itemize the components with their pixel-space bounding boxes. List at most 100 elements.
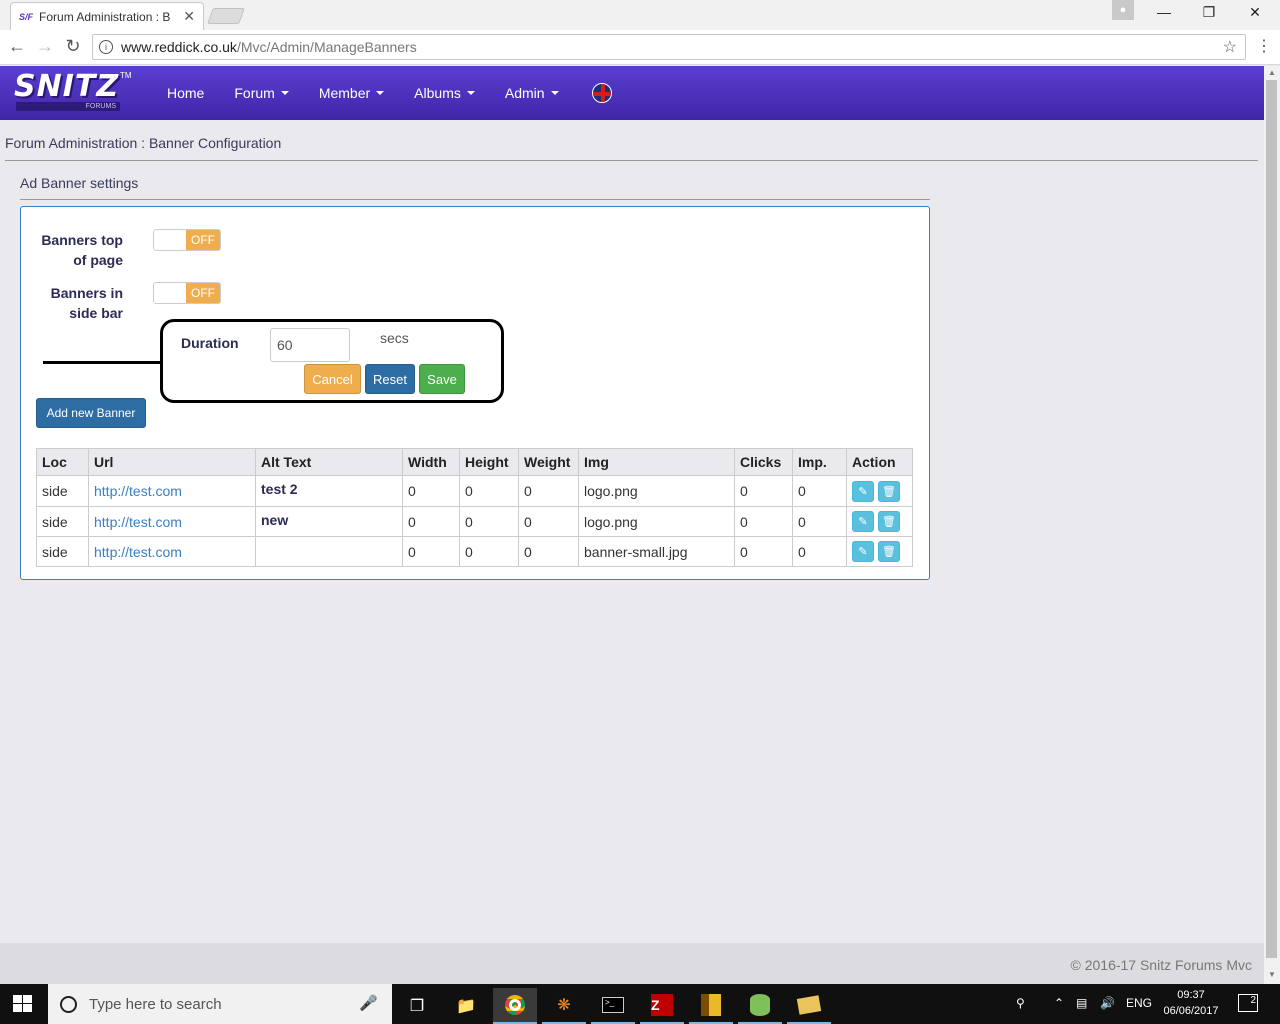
banners-side-toggle[interactable]: OFF — [153, 282, 221, 304]
browser-tab[interactable]: S/F Forum Administration : B ✕ — [10, 2, 204, 30]
duration-label: Duration — [181, 335, 239, 351]
cancel-button[interactable]: Cancel — [304, 364, 361, 394]
cell-height: 0 — [459, 506, 519, 537]
cell-height: 0 — [459, 475, 519, 507]
banners-side-label-line2: side bar — [69, 305, 123, 321]
scrollbar-thumb[interactable] — [1266, 80, 1277, 958]
notifications-icon[interactable]: 2 — [1238, 994, 1258, 1012]
nav-home-label: Home — [167, 85, 205, 101]
banners-top-toggle[interactable]: OFF — [153, 229, 221, 251]
toggle-state: OFF — [186, 283, 220, 303]
profile-icon[interactable]: ● — [1112, 0, 1134, 20]
notes-icon[interactable] — [787, 988, 831, 1024]
nav-home[interactable]: Home — [152, 85, 219, 101]
archive-icon[interactable] — [689, 988, 733, 1024]
divider — [5, 160, 1258, 161]
close-icon[interactable]: ✕ — [1235, 4, 1275, 21]
page-footer: © 2016-17 Snitz Forums Mvc — [0, 943, 1264, 984]
duration-input[interactable] — [270, 328, 350, 362]
nav-admin[interactable]: Admin — [490, 85, 574, 101]
pencil-icon[interactable]: ✎ — [852, 541, 874, 562]
nav-albums[interactable]: Albums — [399, 85, 490, 101]
divider — [20, 199, 930, 200]
cell-imp: 0 — [792, 506, 847, 537]
trash-icon[interactable]: 🗑 — [878, 480, 900, 502]
col-weight: Weight — [518, 448, 579, 476]
url-link[interactable]: http://test.com — [94, 544, 182, 560]
col-height: Height — [459, 448, 519, 476]
app-icon[interactable]: ❋ — [542, 988, 586, 1024]
task-view-icon[interactable]: ❐ — [395, 988, 439, 1024]
network-icon[interactable]: ▤ — [1076, 996, 1087, 1010]
minimize-icon[interactable]: — — [1144, 4, 1184, 20]
scroll-up-icon[interactable]: ▲ — [1268, 68, 1276, 77]
url-link[interactable]: http://test.com — [94, 483, 182, 499]
pencil-icon[interactable]: ✎ — [852, 511, 874, 532]
banners-top-label-line1: Banners top — [41, 232, 123, 248]
col-alt: Alt Text — [255, 448, 403, 476]
toggle-state: OFF — [186, 230, 220, 250]
reload-icon[interactable]: ↻ — [62, 36, 84, 57]
cell-weight: 0 — [518, 475, 579, 507]
site-logo[interactable]: SNITZ FORUMS TM — [14, 69, 132, 115]
col-url: Url — [88, 448, 256, 476]
database-icon[interactable] — [738, 988, 782, 1024]
logo-text: SNITZ — [14, 69, 120, 104]
nav-member[interactable]: Member — [304, 85, 399, 101]
nav-albums-label: Albums — [414, 85, 461, 101]
cell-loc: side — [36, 506, 89, 537]
show-hidden-icons[interactable]: ⌃ — [1054, 996, 1064, 1010]
vertical-scrollbar[interactable]: ▲ ▼ — [1264, 66, 1280, 984]
scroll-down-icon[interactable]: ▼ — [1268, 970, 1276, 979]
clock-date: 06/06/2017 — [1163, 1005, 1219, 1017]
chrome-icon[interactable] — [493, 988, 537, 1024]
reset-button[interactable]: Reset — [365, 364, 415, 394]
cell-height: 0 — [459, 536, 519, 567]
file-explorer-icon[interactable]: 📁 — [444, 988, 488, 1024]
people-icon[interactable]: ⚲ — [1016, 996, 1025, 1010]
breadcrumb: Forum Administration : Banner Configurat… — [5, 135, 282, 151]
logo-trademark: TM — [120, 71, 132, 80]
cell-img: banner-small.jpg — [578, 536, 735, 567]
banners-table: Loc Url Alt Text Width Height Weight Img… — [36, 448, 913, 567]
info-icon[interactable]: i — [99, 40, 113, 54]
windows-start-icon[interactable] — [13, 995, 33, 1013]
cell-loc: side — [36, 475, 89, 507]
nav-forum[interactable]: Forum — [219, 85, 303, 101]
search-placeholder: Type here to search — [89, 995, 222, 1013]
maximize-icon[interactable]: ❐ — [1189, 4, 1229, 21]
caret-down-icon — [550, 91, 559, 95]
col-img: Img — [578, 448, 735, 476]
caret-down-icon — [466, 91, 475, 95]
address-bar[interactable]: i www.reddick.co.uk/Mvc/Admin/ManageBann… — [92, 34, 1246, 60]
table-header-row: Loc Url Alt Text Width Height Weight Img… — [36, 448, 913, 476]
add-banner-button[interactable]: Add new Banner — [36, 398, 146, 428]
forward-icon[interactable]: → — [34, 36, 56, 57]
toggle-knob — [154, 283, 188, 303]
language-indicator[interactable]: ENG — [1126, 996, 1152, 1010]
col-action: Action — [846, 448, 913, 476]
star-icon[interactable]: ☆ — [1223, 37, 1237, 57]
microphone-icon[interactable]: 🎤 — [359, 994, 378, 1012]
taskbar-search[interactable]: Type here to search 🎤 — [48, 984, 392, 1024]
volume-icon[interactable]: 🔊 — [1100, 996, 1115, 1010]
notification-count: 2 — [1250, 995, 1256, 1006]
url-path: /Mvc/Admin/ManageBanners — [236, 39, 417, 55]
back-icon[interactable]: ← — [6, 36, 28, 57]
url-link[interactable]: http://test.com — [94, 514, 182, 530]
new-tab-button[interactable] — [207, 8, 245, 24]
pencil-icon[interactable]: ✎ — [852, 480, 874, 502]
site-navbar: SNITZ FORUMS TM Home Forum Member Albums… — [0, 66, 1264, 120]
uk-flag-icon[interactable] — [591, 83, 612, 103]
menu-icon[interactable]: ⋮ — [1256, 36, 1272, 56]
cell-alt: test 2 — [255, 475, 403, 507]
tab-close-icon[interactable]: ✕ — [183, 8, 195, 25]
terminal-icon[interactable]: >_ — [591, 988, 635, 1024]
trash-icon[interactable]: 🗑 — [878, 541, 900, 562]
trash-icon[interactable]: 🗑 — [878, 511, 900, 532]
clock[interactable]: 09:37 06/06/2017 — [1158, 987, 1224, 1019]
save-button[interactable]: Save — [419, 364, 465, 394]
nav-forum-label: Forum — [234, 85, 275, 101]
page-viewport: SNITZ FORUMS TM Home Forum Member Albums… — [0, 66, 1264, 984]
filezilla-icon[interactable]: Z — [640, 988, 684, 1024]
